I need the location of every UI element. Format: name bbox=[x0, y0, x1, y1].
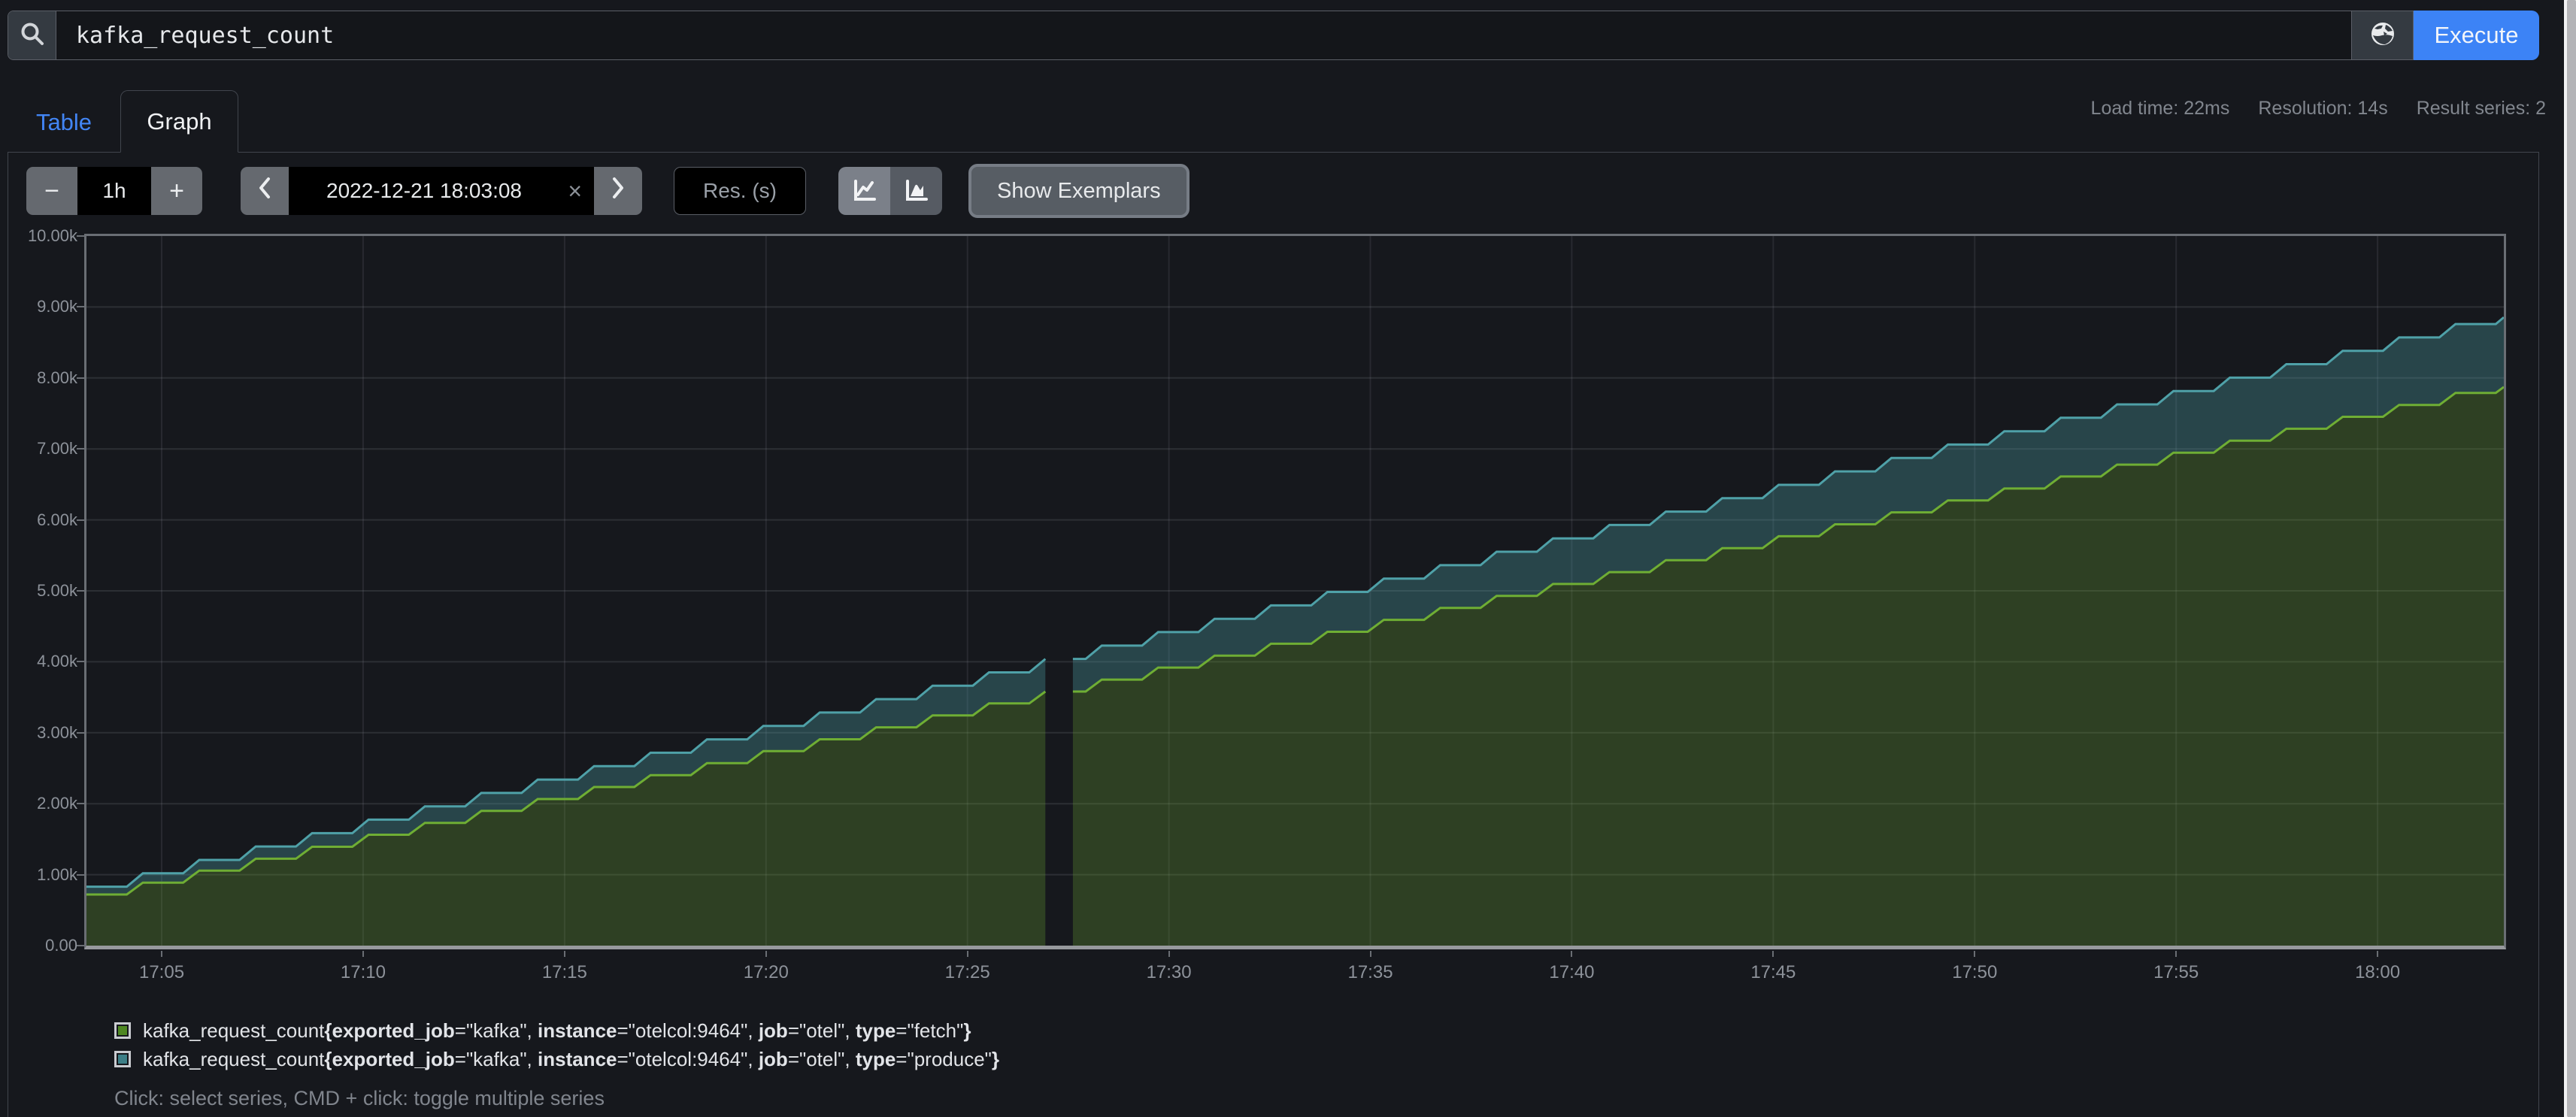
legend-swatch bbox=[114, 1051, 131, 1067]
datetime-picker: × bbox=[241, 167, 642, 215]
y-axis-tick bbox=[77, 448, 84, 450]
range-decrease-button[interactable]: − bbox=[26, 167, 77, 215]
y-axis-label: 9.00k bbox=[2, 297, 77, 316]
legend-item[interactable]: kafka_request_count{exported_job="kafka"… bbox=[114, 1016, 999, 1045]
x-axis-tick bbox=[564, 951, 565, 957]
legend-swatch bbox=[114, 1022, 131, 1039]
legend-series-text: kafka_request_count{exported_job="kafka"… bbox=[143, 1019, 971, 1043]
y-axis-label: 8.00k bbox=[2, 368, 77, 388]
legend: kafka_request_count{exported_job="kafka"… bbox=[114, 1016, 999, 1110]
result-series: Result series: 2 bbox=[2417, 98, 2546, 120]
graph-canvas[interactable] bbox=[86, 236, 2504, 946]
x-axis-label: 17:15 bbox=[520, 962, 610, 983]
x-axis-tick bbox=[2175, 951, 2177, 957]
x-axis-label: 18:00 bbox=[2332, 962, 2423, 983]
chevron-left-icon bbox=[256, 175, 273, 207]
legend-item[interactable]: kafka_request_count{exported_job="kafka"… bbox=[114, 1045, 999, 1073]
x-axis-tick bbox=[1571, 951, 1572, 957]
datetime-input-wrap: × bbox=[289, 167, 594, 215]
metrics-explorer-button[interactable] bbox=[2352, 11, 2414, 60]
x-axis-tick bbox=[967, 951, 968, 957]
clear-datetime-icon[interactable]: × bbox=[568, 167, 582, 215]
load-time: Load time: 22ms bbox=[2091, 98, 2230, 120]
x-axis-tick bbox=[1370, 951, 1371, 957]
datetime-input[interactable] bbox=[289, 179, 594, 203]
x-axis-label: 17:10 bbox=[318, 962, 408, 983]
time-back-button[interactable] bbox=[241, 167, 289, 215]
x-axis-label: 17:45 bbox=[1728, 962, 1818, 983]
query-input[interactable] bbox=[56, 11, 2351, 59]
x-axis-tick bbox=[1772, 951, 1774, 957]
x-axis-label: 17:20 bbox=[721, 962, 811, 983]
x-axis-label: 17:35 bbox=[1326, 962, 1416, 983]
x-axis-label: 17:30 bbox=[1124, 962, 1214, 983]
y-axis-label: 3.00k bbox=[2, 723, 77, 743]
query-stats: Load time: 22ms Resolution: 14s Result s… bbox=[2091, 98, 2546, 120]
page-scrollbar[interactable] bbox=[2564, 0, 2576, 1117]
prometheus-expression-browser: Execute Load time: 22ms Resolution: 14s … bbox=[0, 0, 2576, 1117]
line-chart-toggle-button[interactable] bbox=[838, 167, 890, 215]
y-axis-tick bbox=[77, 874, 84, 876]
range-increase-button[interactable]: + bbox=[151, 167, 202, 215]
execute-button[interactable]: Execute bbox=[2414, 11, 2539, 60]
x-axis-label: 17:40 bbox=[1526, 962, 1617, 983]
x-axis-tick bbox=[362, 951, 364, 957]
chevron-right-icon bbox=[610, 175, 626, 207]
x-axis-tick bbox=[2377, 951, 2378, 957]
line-chart-icon bbox=[850, 176, 879, 207]
y-axis-tick bbox=[77, 519, 84, 521]
y-axis-label: 2.00k bbox=[2, 794, 77, 813]
y-axis-label: 10.00k bbox=[2, 226, 77, 246]
y-axis-tick bbox=[77, 661, 84, 662]
search-icon-box bbox=[8, 11, 56, 59]
legend-series-text: kafka_request_count{exported_job="kafka"… bbox=[143, 1048, 999, 1071]
y-axis-tick bbox=[77, 945, 84, 946]
x-axis-tick bbox=[1974, 951, 1975, 957]
x-axis-tick bbox=[765, 951, 767, 957]
y-axis-tick bbox=[77, 235, 84, 237]
query-input-group bbox=[8, 11, 2352, 60]
y-axis-label: 6.00k bbox=[2, 510, 77, 530]
x-axis-label: 17:55 bbox=[2131, 962, 2221, 983]
y-axis-tick bbox=[77, 590, 84, 592]
x-axis-label: 17:50 bbox=[1929, 962, 2020, 983]
legend-help-note: Click: select series, CMD + click: toggl… bbox=[114, 1087, 999, 1110]
resolution: Resolution: 14s bbox=[2258, 98, 2387, 120]
stacked-chart-icon bbox=[902, 176, 931, 207]
x-axis-label: 17:05 bbox=[117, 962, 207, 983]
resolution-input[interactable] bbox=[674, 167, 806, 215]
y-axis-label: 7.00k bbox=[2, 439, 77, 459]
y-axis-label: 5.00k bbox=[2, 581, 77, 601]
time-forward-button[interactable] bbox=[594, 167, 642, 215]
range-stepper: − + bbox=[26, 167, 202, 215]
stacked-chart-toggle-button[interactable] bbox=[890, 167, 942, 215]
tab-table[interactable]: Table bbox=[23, 101, 105, 144]
search-icon bbox=[19, 20, 46, 51]
tab-graph[interactable]: Graph bbox=[120, 90, 238, 153]
x-axis-tick bbox=[1168, 951, 1170, 957]
y-axis-label: 0.00 bbox=[2, 936, 77, 955]
chart-type-toggle bbox=[838, 167, 942, 215]
x-axis-label: 17:25 bbox=[923, 962, 1013, 983]
globe-icon bbox=[2367, 18, 2399, 53]
scrollbar-thumb[interactable] bbox=[2567, 0, 2576, 1117]
y-axis-tick bbox=[77, 306, 84, 307]
y-axis-tick bbox=[77, 732, 84, 734]
y-axis-label: 4.00k bbox=[2, 652, 77, 671]
y-axis-tick bbox=[77, 377, 84, 379]
x-axis-tick bbox=[161, 951, 162, 957]
range-input[interactable] bbox=[77, 167, 151, 215]
show-exemplars-button[interactable]: Show Exemplars bbox=[968, 164, 1190, 218]
y-axis-tick bbox=[77, 803, 84, 804]
y-axis-label: 1.00k bbox=[2, 865, 77, 885]
